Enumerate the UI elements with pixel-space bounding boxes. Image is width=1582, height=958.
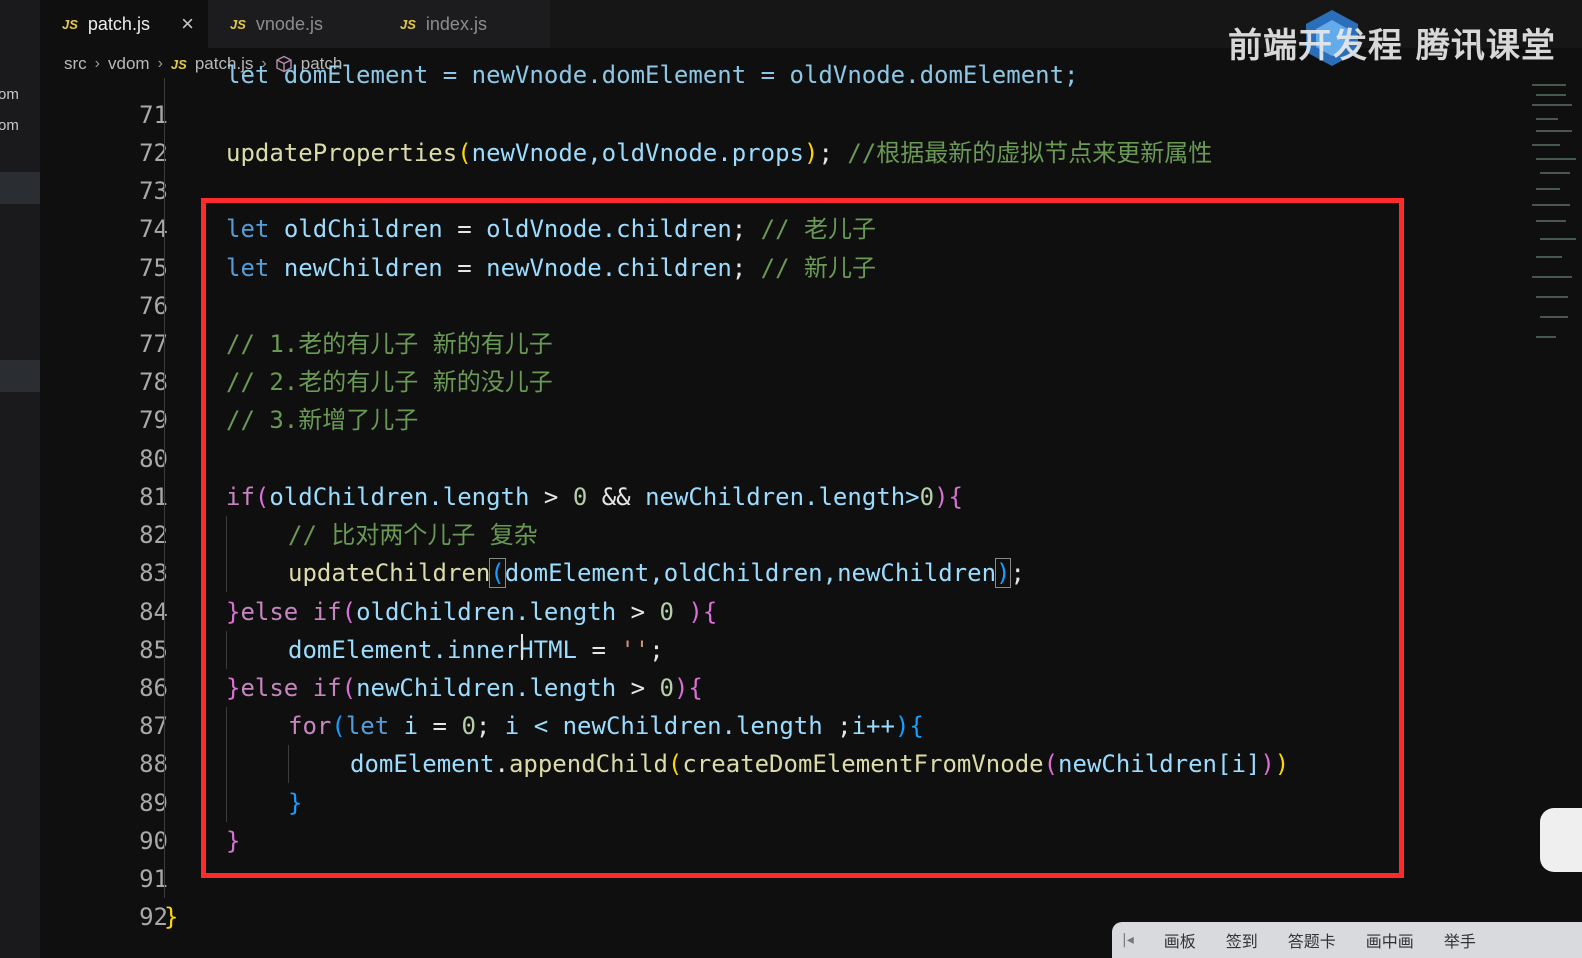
line-number: 71	[139, 101, 168, 129]
breadcrumb-vdom[interactable]: vdom	[108, 54, 150, 74]
line-number: 80	[139, 445, 168, 473]
line-number: 82	[139, 521, 168, 549]
line-number: 81	[139, 483, 168, 511]
line-number: 89	[139, 789, 168, 817]
code-line-78: // 2.老的有儿子 新的没儿子	[226, 368, 553, 396]
code-line-74: let oldChildren = oldVnode.children; // …	[226, 215, 877, 243]
toolbar-item-picture-in-picture[interactable]: 画中画	[1366, 928, 1414, 952]
breadcrumb-src[interactable]: src	[64, 54, 87, 74]
line-number: 79	[139, 406, 168, 434]
line-number: 87	[139, 712, 168, 740]
line-number: 77	[139, 330, 168, 358]
js-file-icon: JS	[400, 16, 416, 32]
line-number: 74	[139, 215, 168, 243]
line-number: 75	[139, 254, 168, 282]
code-line-83: updateChildren(domElement,oldChildren,ne…	[288, 558, 1025, 588]
line-number: 91	[139, 865, 168, 893]
code-line-89: }	[288, 789, 303, 817]
tab-vnode-js[interactable]: JS vnode.js	[208, 0, 378, 48]
explorer-item-fragment[interactable]: om	[0, 117, 19, 134]
indent-guide	[164, 78, 165, 898]
chevron-right-icon: ›	[94, 55, 100, 72]
watermark: 前端开发程 腾讯课堂	[1222, 2, 1582, 72]
floating-app-icon[interactable]	[1540, 808, 1582, 872]
code-line-87: for(let i = 0; i < newChildren.length ;i…	[288, 712, 924, 740]
line-number: 92	[139, 903, 168, 931]
text-cursor-icon	[521, 634, 523, 660]
line-number: 73	[139, 177, 168, 205]
toolbar-item-raise-hand[interactable]: 举手	[1444, 928, 1476, 952]
line-number: 85	[139, 636, 168, 664]
tab-index-js[interactable]: JS index.js	[378, 0, 550, 48]
code-line-77: // 1.老的有儿子 新的有儿子	[226, 330, 553, 358]
explorer-item-fragment[interactable]: om	[0, 86, 19, 103]
line-number: 83	[139, 559, 168, 587]
line-number: 90	[139, 827, 168, 855]
code-line-86: }else if(newChildren.length > 0){	[226, 674, 703, 702]
line-number: 72	[139, 139, 168, 167]
indent-guide	[226, 707, 227, 822]
code-line-85: domElement.innerHTML = '';	[288, 636, 664, 664]
tab-patch-js[interactable]: JS patch.js ×	[40, 0, 208, 48]
code-line-84: }else if(oldChildren.length > 0 ){	[226, 598, 718, 626]
js-file-icon: JS	[230, 16, 246, 32]
js-file-icon: JS	[62, 16, 78, 32]
watermark-text: 前端开发程 腾讯课堂	[1228, 26, 1556, 66]
code-line-90: }	[226, 827, 241, 855]
line-number: 84	[139, 598, 168, 626]
line-number: 86	[139, 674, 168, 702]
toolbar-item-checkin[interactable]: 签到	[1226, 928, 1258, 952]
tab-label: vnode.js	[255, 13, 323, 34]
code-editor[interactable]: let domElement = newVnode.domElement = o…	[40, 61, 1530, 958]
code-line-88: domElement.appendChild(createDomElementF…	[350, 750, 1290, 778]
explorer-selected-row	[0, 360, 40, 392]
indent-guide	[288, 745, 289, 783]
tab-label: patch.js	[87, 13, 150, 34]
code-line-partial: let domElement = newVnode.domElement = o…	[226, 61, 1079, 89]
explorer-selected-row	[0, 172, 40, 204]
toolbar-item-answer-card[interactable]: 答题卡	[1288, 928, 1336, 952]
code-line-92: }	[164, 903, 179, 931]
line-number: 78	[139, 368, 168, 396]
toolbar-item-whiteboard[interactable]: 画板	[1164, 928, 1196, 952]
code-line-72: updateProperties(newVnode,oldVnode.props…	[226, 139, 1213, 167]
line-number: 88	[139, 750, 168, 778]
code-line-79: // 3.新增了儿子	[226, 406, 419, 434]
code-line-82: // 比对两个儿子 复杂	[288, 521, 538, 549]
code-line-81: if(oldChildren.length > 0 && newChildren…	[226, 483, 963, 511]
line-number: 76	[139, 292, 168, 320]
indent-guide	[226, 516, 227, 592]
explorer-strip: om om	[0, 0, 40, 958]
chevron-right-icon: ›	[157, 55, 163, 72]
minimap[interactable]	[1528, 80, 1582, 350]
js-file-icon: JS	[170, 56, 187, 72]
close-icon[interactable]: ×	[181, 13, 194, 35]
indent-guide	[226, 631, 227, 669]
classroom-toolbar: |◂ 画板 签到 答题卡 画中画 举手	[1112, 922, 1582, 958]
tab-label: index.js	[425, 13, 487, 34]
code-line-75: let newChildren = newVnode.children; // …	[226, 254, 877, 282]
collapse-handle-icon[interactable]: |◂	[1122, 932, 1134, 948]
